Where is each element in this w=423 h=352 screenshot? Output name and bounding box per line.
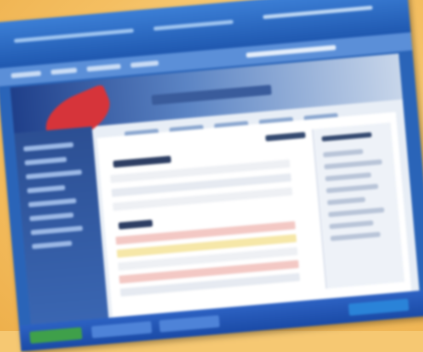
panel-line <box>325 172 372 182</box>
taskbar-button[interactable] <box>91 321 153 339</box>
column-header-blur <box>265 131 306 142</box>
panel-line <box>329 220 374 230</box>
panel-line <box>322 148 364 158</box>
left-sidebar <box>14 126 109 325</box>
title-text-blur <box>13 28 134 43</box>
screen-photo <box>0 0 423 352</box>
sidebar-item[interactable] <box>25 169 82 180</box>
section-heading-blur <box>112 155 172 168</box>
search-box[interactable] <box>245 44 337 58</box>
sidebar-item[interactable] <box>31 240 73 250</box>
right-panel <box>311 122 405 289</box>
toolbar-item[interactable] <box>130 60 159 68</box>
taskbar-button[interactable] <box>158 315 220 333</box>
panel-line <box>327 196 366 206</box>
sidebar-item[interactable] <box>30 225 83 236</box>
address-bar[interactable] <box>262 5 373 20</box>
panel-line <box>326 183 379 194</box>
sidebar-item[interactable] <box>23 142 74 152</box>
panel-line <box>328 207 385 218</box>
panel-line <box>330 231 381 242</box>
sidebar-item[interactable] <box>26 185 66 194</box>
toolbar-item[interactable] <box>10 70 42 79</box>
sidebar-item[interactable] <box>24 156 67 166</box>
toolbar-item[interactable] <box>50 67 78 75</box>
panel-line <box>324 159 383 170</box>
sidebar-item[interactable] <box>29 212 74 222</box>
sidebar-item[interactable] <box>28 198 77 208</box>
banner-title-blur <box>151 84 272 106</box>
main-content <box>96 111 412 318</box>
title-text-blur <box>153 19 234 31</box>
system-tray[interactable] <box>348 298 410 316</box>
toolbar-item[interactable] <box>86 63 121 72</box>
section-heading-blur <box>118 219 153 230</box>
web-page <box>10 53 420 325</box>
start-button[interactable] <box>29 327 83 344</box>
panel-heading-blur <box>321 132 372 142</box>
